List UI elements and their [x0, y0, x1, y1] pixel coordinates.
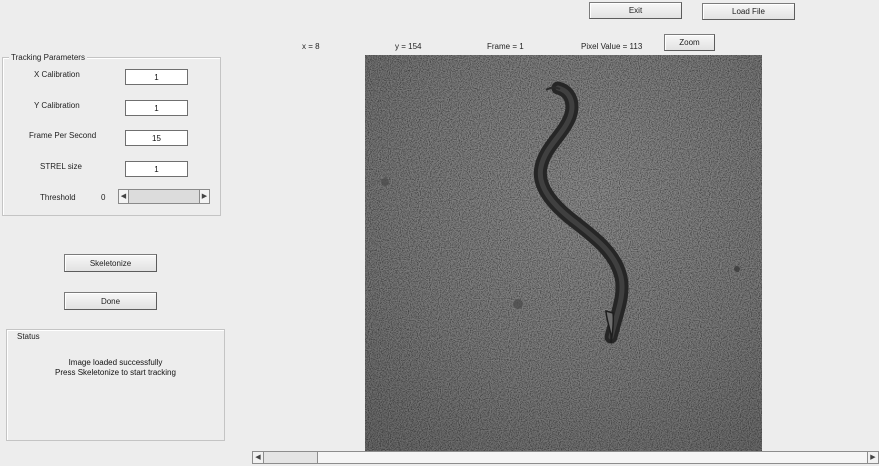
scroll-left-arrow-icon[interactable]: ◀: [253, 452, 264, 463]
horizontal-scrollbar[interactable]: ◀ ▶: [252, 451, 879, 464]
status-line-2: Press Skeletonize to start tracking: [55, 368, 176, 377]
threshold-label: Threshold: [40, 193, 76, 202]
worm-image-svg: [365, 55, 762, 452]
tracking-parameters-title: Tracking Parameters: [9, 53, 87, 62]
app-window: Exit Load File Zoom x = 8 y = 154 Frame …: [0, 0, 879, 466]
y-calibration-input[interactable]: [125, 100, 188, 116]
debris-speck: [734, 266, 740, 272]
microscope-image[interactable]: [365, 55, 762, 452]
done-button[interactable]: Done: [64, 292, 157, 310]
load-file-button[interactable]: Load File: [702, 3, 795, 20]
slider-left-arrow-icon[interactable]: ◀: [119, 190, 129, 203]
zoom-button[interactable]: Zoom: [664, 34, 715, 51]
status-message: Image loaded successfully Press Skeleton…: [7, 358, 224, 378]
fps-input[interactable]: [125, 130, 188, 146]
pixel-value-readout: Pixel Value = 113: [581, 42, 643, 51]
skeletonize-button[interactable]: Skeletonize: [64, 254, 157, 272]
exit-button[interactable]: Exit: [589, 2, 682, 19]
x-calibration-input[interactable]: [125, 69, 188, 85]
x-readout: x = 8: [302, 42, 320, 51]
threshold-slider[interactable]: ◀ ▶: [118, 189, 210, 204]
fps-label: Frame Per Second: [29, 131, 97, 140]
status-line-1: Image loaded successfully: [68, 358, 163, 367]
debris-speck: [381, 178, 389, 186]
y-calibration-label: Y Calibration: [34, 101, 80, 110]
scrollbar-thumb[interactable]: [317, 452, 868, 463]
strel-size-label: STREL size: [40, 162, 82, 171]
debris-speck: [513, 299, 523, 309]
status-panel: Status Image loaded successfully Press S…: [6, 329, 225, 441]
slider-track[interactable]: [129, 190, 199, 203]
slider-right-arrow-icon[interactable]: ▶: [199, 190, 209, 203]
status-title: Status: [17, 332, 40, 341]
strel-size-input[interactable]: [125, 161, 188, 177]
image-grain: [365, 55, 762, 452]
frame-readout: Frame = 1: [487, 42, 524, 51]
y-readout: y = 154: [395, 42, 422, 51]
scroll-right-arrow-icon[interactable]: ▶: [867, 452, 878, 463]
x-calibration-label: X Calibration: [34, 70, 80, 79]
threshold-value: 0: [101, 193, 106, 202]
